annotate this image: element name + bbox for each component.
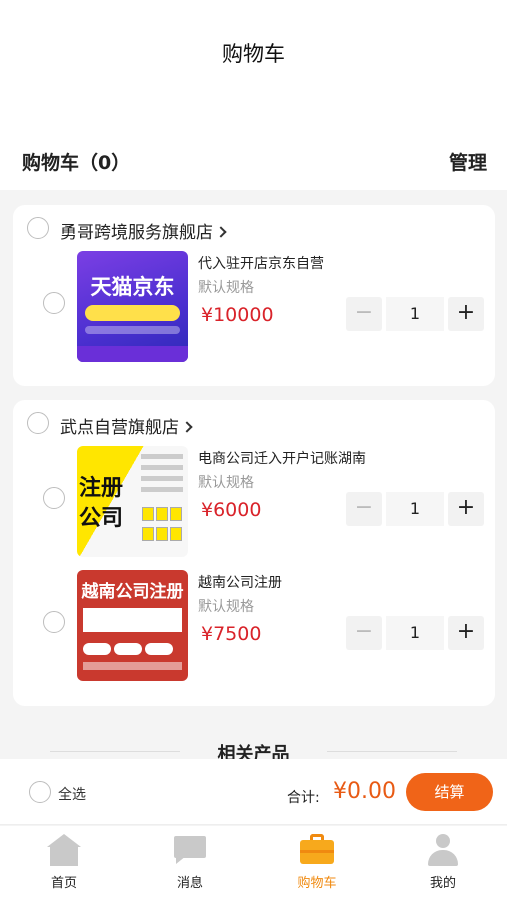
shop-select-radio[interactable] <box>27 217 49 239</box>
bottom-tab-bar: 首页 消息 购物车 我的 <box>0 826 507 900</box>
item-select-radio[interactable] <box>43 487 65 509</box>
shop-card: 武点自营旗舰店 注册公司 电商公司迁入开户记账湖南 默认规格 ¥6000 − 1… <box>13 400 495 706</box>
item-select-radio[interactable] <box>43 292 65 314</box>
cart-item: 天猫京东 代入驻开店京东自营 默认规格 ¥10000 − 1 + <box>13 251 495 363</box>
thumbnail-boxes <box>141 506 185 542</box>
item-spec: 默认规格 <box>198 599 254 615</box>
decrease-button[interactable]: − <box>346 492 382 526</box>
shop-select-radio[interactable] <box>27 412 49 434</box>
shop-header[interactable]: 勇哥跨境服务旗舰店 <box>13 217 495 243</box>
item-price: ¥7500 <box>201 623 262 645</box>
chevron-right-icon <box>215 226 227 238</box>
tab-label: 消息 <box>176 876 203 891</box>
profile-icon <box>425 834 461 866</box>
increase-button[interactable]: + <box>448 297 484 331</box>
tab-messages[interactable]: 消息 <box>150 834 230 894</box>
tab-home[interactable]: 首页 <box>24 834 104 894</box>
thumbnail-subline <box>85 326 180 334</box>
item-price: ¥6000 <box>201 499 262 521</box>
shop-name[interactable]: 勇哥跨境服务旗舰店 <box>60 218 227 243</box>
message-icon <box>172 834 208 866</box>
shop-name-text: 勇哥跨境服务旗舰店 <box>60 223 213 243</box>
quantity-stepper: − 1 + <box>346 297 484 331</box>
item-name[interactable]: 代入驻开店京东自营 <box>198 253 324 273</box>
tab-label: 购物车 <box>297 876 337 891</box>
thumbnail-text: 天猫京东 <box>90 275 175 299</box>
product-thumbnail[interactable]: 注册公司 <box>77 446 188 557</box>
increase-button[interactable]: + <box>448 492 484 526</box>
tab-label: 首页 <box>50 876 77 891</box>
home-icon <box>46 834 82 866</box>
manage-button[interactable]: 管理 <box>449 148 487 175</box>
thumbnail-text: 越南公司注册 <box>81 582 184 602</box>
chevron-right-icon <box>181 421 193 433</box>
checkout-bar: 全选 合计: ¥0.00 结算 <box>0 759 507 825</box>
tab-profile[interactable]: 我的 <box>403 834 483 894</box>
item-name[interactable]: 电商公司迁入开户记账湖南 <box>198 448 366 468</box>
select-all-radio[interactable] <box>29 781 51 803</box>
item-name[interactable]: 越南公司注册 <box>198 572 282 592</box>
total-value: ¥0.00 <box>333 779 396 804</box>
decrease-button[interactable]: − <box>346 297 382 331</box>
quantity-value[interactable]: 1 <box>386 297 444 331</box>
decrease-button[interactable]: − <box>346 616 382 650</box>
shop-card: 勇哥跨境服务旗舰店 天猫京东 代入驻开店京东自营 默认规格 ¥10000 − 1… <box>13 205 495 386</box>
thumbnail-footer <box>77 346 188 362</box>
item-spec: 默认规格 <box>198 280 254 296</box>
top-bar: 购物车 <box>0 0 507 130</box>
cart-header: 购物车（0） 管理 <box>0 130 507 190</box>
quantity-stepper: − 1 + <box>346 492 484 526</box>
thumbnail-text: 注册公司 <box>79 476 124 531</box>
thumbnail-band <box>85 305 180 321</box>
quantity-value[interactable]: 1 <box>386 492 444 526</box>
quantity-stepper: − 1 + <box>346 616 484 650</box>
item-spec: 默认规格 <box>198 475 254 491</box>
select-all-label[interactable]: 全选 <box>58 784 86 804</box>
thumbnail-footer <box>83 662 182 670</box>
cart-count-label: 购物车（0） <box>22 152 131 174</box>
item-select-radio[interactable] <box>43 611 65 633</box>
cart-item: 越南公司注册 越南公司注册 默认规格 ¥7500 − 1 + <box>13 570 495 682</box>
quantity-value[interactable]: 1 <box>386 616 444 650</box>
shop-name[interactable]: 武点自营旗舰店 <box>60 413 193 438</box>
total-label: 合计: <box>287 790 320 806</box>
increase-button[interactable]: + <box>448 616 484 650</box>
checkout-button[interactable]: 结算 <box>406 773 493 811</box>
item-price: ¥10000 <box>201 304 274 326</box>
thumbnail-tags <box>83 640 182 655</box>
page-title: 购物车 <box>222 42 285 66</box>
shop-header[interactable]: 武点自营旗舰店 <box>13 412 495 438</box>
thumbnail-band <box>83 608 182 632</box>
shop-name-text: 武点自营旗舰店 <box>60 418 179 438</box>
product-thumbnail[interactable]: 天猫京东 <box>77 251 188 362</box>
tab-label: 我的 <box>429 876 456 891</box>
cart-icon <box>299 834 335 866</box>
thumbnail-lines <box>141 454 183 498</box>
cart-item: 注册公司 电商公司迁入开户记账湖南 默认规格 ¥6000 − 1 + <box>13 446 495 558</box>
product-thumbnail[interactable]: 越南公司注册 <box>77 570 188 681</box>
tab-cart[interactable]: 购物车 <box>277 834 357 894</box>
related-products-heading: 相关产品 <box>0 735 507 765</box>
